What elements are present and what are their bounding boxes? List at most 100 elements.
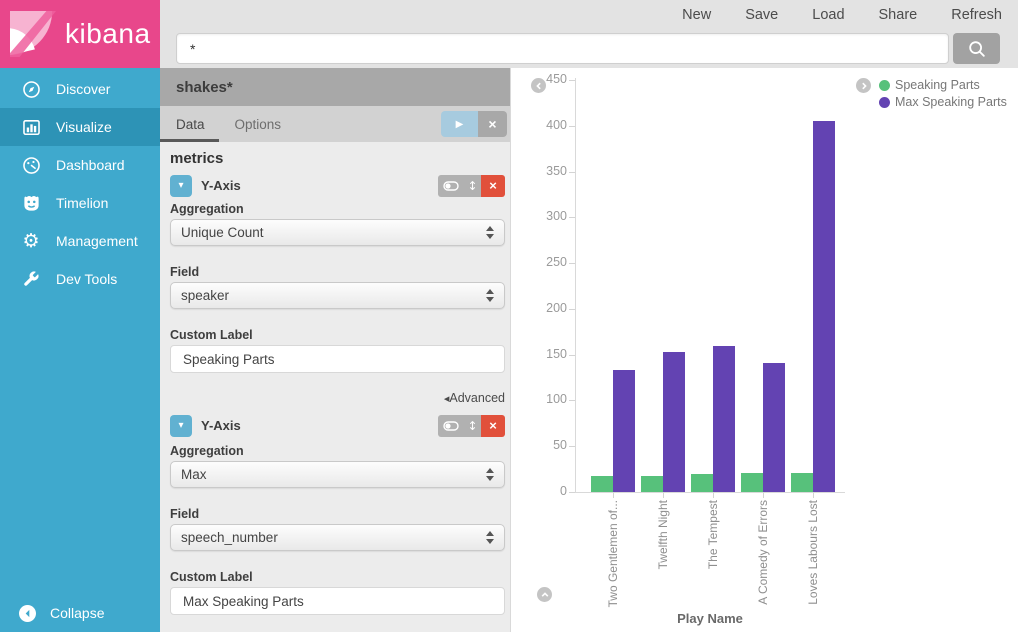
toggle-icon xyxy=(443,421,459,431)
sidebar-item-label: Dashboard xyxy=(56,157,125,173)
aggregation-select[interactable]: Max xyxy=(170,461,505,488)
agg-title: Y-Axis xyxy=(201,178,241,193)
bar-max-speaking-parts[interactable] xyxy=(813,121,835,492)
select-arrows-icon xyxy=(486,289,494,302)
toolbar-nav: New Save Load Share Refresh xyxy=(682,7,1002,23)
bar-speaking-parts[interactable] xyxy=(741,473,763,492)
sidebar-item-discover[interactable]: Discover xyxy=(0,70,160,108)
aggregation-select[interactable]: Unique Count xyxy=(170,219,505,246)
field-value: speech_number xyxy=(181,530,278,545)
toggle-icon xyxy=(443,181,459,191)
reorder-agg-button[interactable]: ↕ xyxy=(464,175,481,197)
collapse-agg-button[interactable]: ▾ xyxy=(170,175,192,197)
aggregation-value: Max xyxy=(181,467,207,482)
legend-item-max-speaking-parts[interactable]: Max Speaking Parts xyxy=(879,95,1007,109)
share-button[interactable]: Share xyxy=(879,7,918,23)
legend-label: Max Speaking Parts xyxy=(895,95,1007,109)
agg-header-1: ▾ Y-Axis ↕ × xyxy=(170,174,505,197)
apply-changes-button[interactable]: ▶ xyxy=(441,111,478,137)
vis-editor-panel: shakes* Data Options ▶ × metrics ▾ Y-Axi… xyxy=(160,68,510,632)
custom-label-label: Custom Label xyxy=(170,570,505,584)
custom-label-input[interactable] xyxy=(170,587,505,615)
tab-options[interactable]: Options xyxy=(219,106,296,142)
search-submit-button[interactable] xyxy=(953,33,1000,64)
tab-data[interactable]: Data xyxy=(160,106,219,142)
search-icon xyxy=(967,39,987,59)
legend-item-speaking-parts[interactable]: Speaking Parts xyxy=(879,78,1007,92)
metrics-heading: metrics xyxy=(170,150,505,167)
sidebar-item-dev-tools[interactable]: Dev Tools xyxy=(0,260,160,298)
field-label: Field xyxy=(170,507,505,521)
y-tick-mark xyxy=(569,263,575,264)
bar-speaking-parts[interactable] xyxy=(791,473,813,492)
bar-max-speaking-parts[interactable] xyxy=(763,363,785,492)
y-tick-mark xyxy=(569,355,575,356)
advanced-row: ◂Advanced xyxy=(170,391,505,405)
collapse-agg-button[interactable]: ▾ xyxy=(170,415,192,437)
top-bar: New Save Load Share Refresh xyxy=(160,0,1018,68)
collapse-up-chevron-button[interactable] xyxy=(537,587,552,602)
bar-speaking-parts[interactable] xyxy=(641,476,663,492)
index-pattern-header: shakes* xyxy=(160,68,510,106)
sidebar-item-label: Dev Tools xyxy=(56,271,117,287)
bar-speaking-parts[interactable] xyxy=(591,476,613,492)
advanced-toggle-link[interactable]: ◂Advanced xyxy=(444,391,505,405)
bar-max-speaking-parts[interactable] xyxy=(713,346,735,492)
field-select[interactable]: speech_number xyxy=(170,524,505,551)
aggregation-label: Aggregation xyxy=(170,444,505,458)
editor-actions: ▶ × xyxy=(441,111,507,137)
sidebar-item-label: Visualize xyxy=(56,119,112,135)
metrics-editor: metrics ▾ Y-Axis ↕ × Aggregation Unique … xyxy=(160,150,510,615)
legend-label: Speaking Parts xyxy=(895,78,980,92)
aggregation-label: Aggregation xyxy=(170,202,505,216)
x-axis-line xyxy=(575,492,845,493)
disable-agg-toggle[interactable] xyxy=(438,415,464,437)
y-tick-label: 50 xyxy=(525,438,567,452)
x-tick-mark xyxy=(613,493,614,498)
sidebar-item-visualize[interactable]: Visualize xyxy=(0,108,160,146)
bar-max-speaking-parts[interactable] xyxy=(663,352,685,492)
disable-agg-toggle[interactable] xyxy=(438,175,464,197)
query-search-input[interactable] xyxy=(176,33,949,64)
bar-max-speaking-parts[interactable] xyxy=(613,370,635,492)
x-tick-mark xyxy=(813,493,814,498)
legend-dot-icon xyxy=(879,80,890,91)
bar-chart-icon xyxy=(21,117,41,137)
sidebar-item-label: Timelion xyxy=(56,195,108,211)
x-tick-label: Two Gentlemen of... xyxy=(606,500,620,607)
x-tick-mark xyxy=(713,493,714,498)
y-tick-label: 400 xyxy=(525,118,567,132)
remove-agg-button[interactable]: × xyxy=(481,175,505,197)
y-tick-mark xyxy=(569,492,575,493)
x-tick-mark xyxy=(763,493,764,498)
custom-label-input[interactable] xyxy=(170,345,505,373)
save-button[interactable]: Save xyxy=(745,7,778,23)
refresh-button[interactable]: Refresh xyxy=(951,7,1002,23)
load-button[interactable]: Load xyxy=(812,7,844,23)
y-tick-mark xyxy=(569,309,575,310)
x-tick-label: The Tempest xyxy=(706,500,720,569)
custom-label-label: Custom Label xyxy=(170,328,505,342)
select-arrows-icon xyxy=(486,531,494,544)
sidebar-collapse-button[interactable]: Collapse xyxy=(0,594,160,632)
discard-changes-button[interactable]: × xyxy=(478,111,507,137)
field-select[interactable]: speaker xyxy=(170,282,505,309)
select-arrows-icon xyxy=(486,468,494,481)
legend-chevron-right-button[interactable] xyxy=(856,78,871,93)
kibana-logo-icon xyxy=(10,11,56,57)
reorder-agg-button[interactable]: ↕ xyxy=(464,415,481,437)
sidebar-item-dashboard[interactable]: Dashboard xyxy=(0,146,160,184)
y-tick-label: 150 xyxy=(525,347,567,361)
sidebar-item-management[interactable]: ⚙ Management xyxy=(0,222,160,260)
y-tick-label: 450 xyxy=(525,72,567,86)
y-tick-mark xyxy=(569,80,575,81)
bar-speaking-parts[interactable] xyxy=(691,474,713,492)
new-button[interactable]: New xyxy=(682,7,711,23)
remove-agg-button[interactable]: × xyxy=(481,415,505,437)
x-tick-mark xyxy=(663,493,664,498)
x-tick-label: A Comedy of Errors xyxy=(756,500,770,605)
sidebar-item-timelion[interactable]: Timelion xyxy=(0,184,160,222)
y-tick-label: 250 xyxy=(525,255,567,269)
agg-title: Y-Axis xyxy=(201,418,241,433)
app-logo: kibana xyxy=(0,0,160,68)
